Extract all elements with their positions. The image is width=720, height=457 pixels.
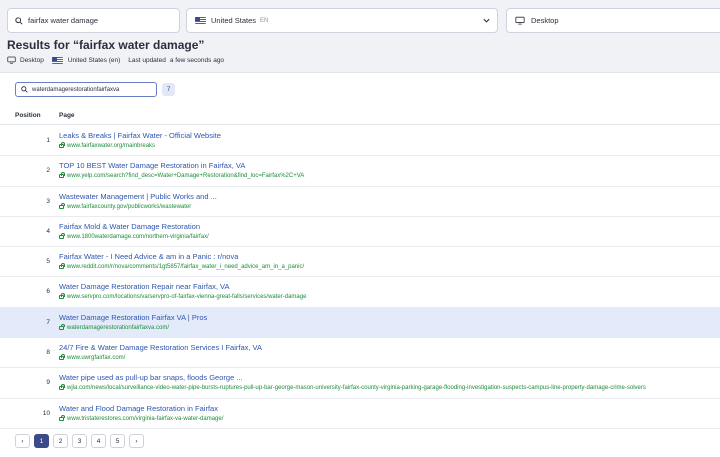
keyword-search-field[interactable]: fairfax water damage xyxy=(7,8,180,33)
results-table-body: 1 Leaks & Breaks | Fairfax Water - Offic… xyxy=(0,126,720,429)
result-title-link[interactable]: Fairfax Water - I Need Advice & am in a … xyxy=(59,252,238,261)
keyword-value: fairfax water damage xyxy=(28,16,99,25)
search-icon xyxy=(15,16,23,25)
row-position: 9 xyxy=(46,379,50,387)
lock-icon xyxy=(59,172,65,179)
results-panel: waterdamagerestorationfairfaxva 7 Positi… xyxy=(0,72,720,457)
result-url-text: www.fairfaxwater.org/mainbreaks xyxy=(67,143,156,149)
table-row: 9 Water pipe used as pull-up bar snaps, … xyxy=(0,368,720,399)
result-title-link[interactable]: Water and Flood Damage Restoration in Fa… xyxy=(59,404,218,413)
result-url-text: www.tristaterestores.com/virginia-fairfa… xyxy=(67,415,224,422)
url-filter-value: waterdamagerestorationfairfaxva xyxy=(32,86,120,93)
table-row: 4 Fairfax Mold & Water Damage Restoratio… xyxy=(0,217,720,248)
lock-icon xyxy=(59,263,65,270)
result-url[interactable]: www.yelp.com/search?find_desc=Water+Dama… xyxy=(59,172,305,180)
result-url-text: www.reddit.com/r/nova/comments/1gt5857/f… xyxy=(67,264,305,271)
result-url-text: www.1800waterdamage.com/northern-virgini… xyxy=(67,233,209,240)
result-url[interactable]: wjla.com/news/local/surveillance-video-w… xyxy=(59,384,646,392)
meta-device: Desktop xyxy=(20,56,44,64)
country-select[interactable]: United States EN xyxy=(186,8,498,33)
result-url[interactable]: www.fairfaxcounty.gov/publicworks/wastew… xyxy=(59,202,192,210)
row-position: 6 xyxy=(46,288,50,296)
meta-updated-label: Last updated xyxy=(128,56,166,64)
result-url[interactable]: www.reddit.com/r/nova/comments/1gt5857/f… xyxy=(59,263,305,271)
result-title-link[interactable]: Fairfax Mold & Water Damage Restoration xyxy=(59,222,200,231)
row-position: 1 xyxy=(46,137,50,144)
row-position: 10 xyxy=(42,409,50,417)
result-url-text: wjla.com/news/local/surveillance-video-w… xyxy=(67,385,646,392)
table-row: 1 Leaks & Breaks | Fairfax Water - Offic… xyxy=(0,126,720,157)
table-row: 3 Wastewater Management | Public Works a… xyxy=(0,187,720,217)
result-url[interactable]: www.tristaterestores.com/virginia-fairfa… xyxy=(59,414,224,422)
row-position: 5 xyxy=(46,258,50,266)
monitor-icon xyxy=(515,16,525,25)
result-url-text: www.fairfaxcounty.gov/publicworks/wastew… xyxy=(67,203,192,210)
table-row-highlighted: 7 Water Damage Restoration Fairfax VA | … xyxy=(0,307,720,339)
result-title-link[interactable]: TOP 10 BEST Water Damage Restoration in … xyxy=(59,161,245,170)
pagination: ‹ 1 2 3 4 5 › xyxy=(15,434,144,448)
column-header-position: Position xyxy=(15,112,41,119)
result-url[interactable]: www.uwrgfairfax.com/ xyxy=(59,354,126,362)
results-meta: Desktop United States (en) Last updated … xyxy=(7,56,224,64)
lock-icon xyxy=(59,414,65,421)
us-flag-icon xyxy=(195,17,206,24)
table-header: Position Page xyxy=(0,105,720,125)
next-page-button[interactable]: › xyxy=(129,434,144,448)
page-button-3[interactable]: 3 xyxy=(72,434,87,448)
table-row: 8 24/7 Fire & Water Damage Restoration S… xyxy=(0,338,720,369)
table-row: 6 Water Damage Restoration Repair near F… xyxy=(0,277,720,308)
lock-icon xyxy=(59,232,65,239)
lock-icon xyxy=(59,384,65,391)
row-position: 2 xyxy=(46,167,50,175)
us-flag-icon xyxy=(51,56,63,64)
result-url-text: www.uwrgfairfax.com/ xyxy=(67,355,126,362)
result-url-text: www.servpro.com/locations/va/servpro-of-… xyxy=(67,294,307,301)
country-value: United States xyxy=(211,16,257,25)
table-row: 5 Fairfax Water - I Need Advice & am in … xyxy=(0,247,720,278)
lock-icon xyxy=(59,323,65,330)
monitor-icon xyxy=(7,56,16,64)
result-title-link[interactable]: Water Damage Restoration Fairfax VA | Pr… xyxy=(59,313,207,322)
row-position: 3 xyxy=(46,197,50,205)
url-filter-input[interactable]: waterdamagerestorationfairfaxva xyxy=(15,82,157,97)
row-position: 8 xyxy=(46,349,50,357)
lock-icon xyxy=(59,142,65,148)
result-url-text: waterdamagerestorationfairfaxva.com/ xyxy=(67,324,170,331)
language-code: EN xyxy=(260,17,269,24)
filter-bar: fairfax water damage United States EN De… xyxy=(0,0,720,38)
result-url[interactable]: www.servpro.com/locations/va/servpro-of-… xyxy=(59,293,307,301)
page-button-4[interactable]: 4 xyxy=(91,434,106,448)
result-title-link[interactable]: Wastewater Management | Public Works and… xyxy=(59,192,217,201)
meta-updated-value: a few seconds ago xyxy=(169,56,225,64)
chevron-down-icon xyxy=(483,18,490,23)
prev-page-button[interactable]: ‹ xyxy=(15,434,30,448)
table-row: 10 Water and Flood Damage Restoration in… xyxy=(0,399,720,429)
result-title-link[interactable]: Leaks & Breaks | Fairfax Water - Officia… xyxy=(59,131,221,140)
device-select[interactable]: Desktop xyxy=(506,8,720,33)
column-header-page: Page xyxy=(59,112,75,119)
page-button-1[interactable]: 1 xyxy=(34,434,49,448)
row-position: 7 xyxy=(46,318,50,326)
result-url[interactable]: www.fairfaxwater.org/mainbreaks xyxy=(59,142,156,149)
meta-location: United States (en) xyxy=(67,56,121,64)
result-title-link[interactable]: 24/7 Fire & Water Damage Restoration Ser… xyxy=(59,343,262,352)
table-row: 2 TOP 10 BEST Water Damage Restoration i… xyxy=(0,156,720,187)
page-button-2[interactable]: 2 xyxy=(53,434,68,448)
lock-icon xyxy=(59,354,65,361)
lock-icon xyxy=(59,293,65,300)
result-url-text: www.yelp.com/search?find_desc=Water+Dama… xyxy=(67,173,305,180)
result-title-link[interactable]: Water Damage Restoration Repair near Fai… xyxy=(59,282,230,291)
page-button-5[interactable]: 5 xyxy=(110,434,125,448)
match-count-badge: 7 xyxy=(162,83,175,96)
lock-icon xyxy=(59,202,65,209)
result-url[interactable]: waterdamagerestorationfairfaxva.com/ xyxy=(59,323,170,331)
device-value: Desktop xyxy=(531,16,559,25)
search-icon xyxy=(21,86,28,93)
page-title: Results for “fairfax water damage” xyxy=(7,38,205,52)
row-position: 4 xyxy=(46,227,50,235)
result-title-link[interactable]: Water pipe used as pull-up bar snaps, fl… xyxy=(59,373,243,382)
result-url[interactable]: www.1800waterdamage.com/northern-virgini… xyxy=(59,232,209,240)
